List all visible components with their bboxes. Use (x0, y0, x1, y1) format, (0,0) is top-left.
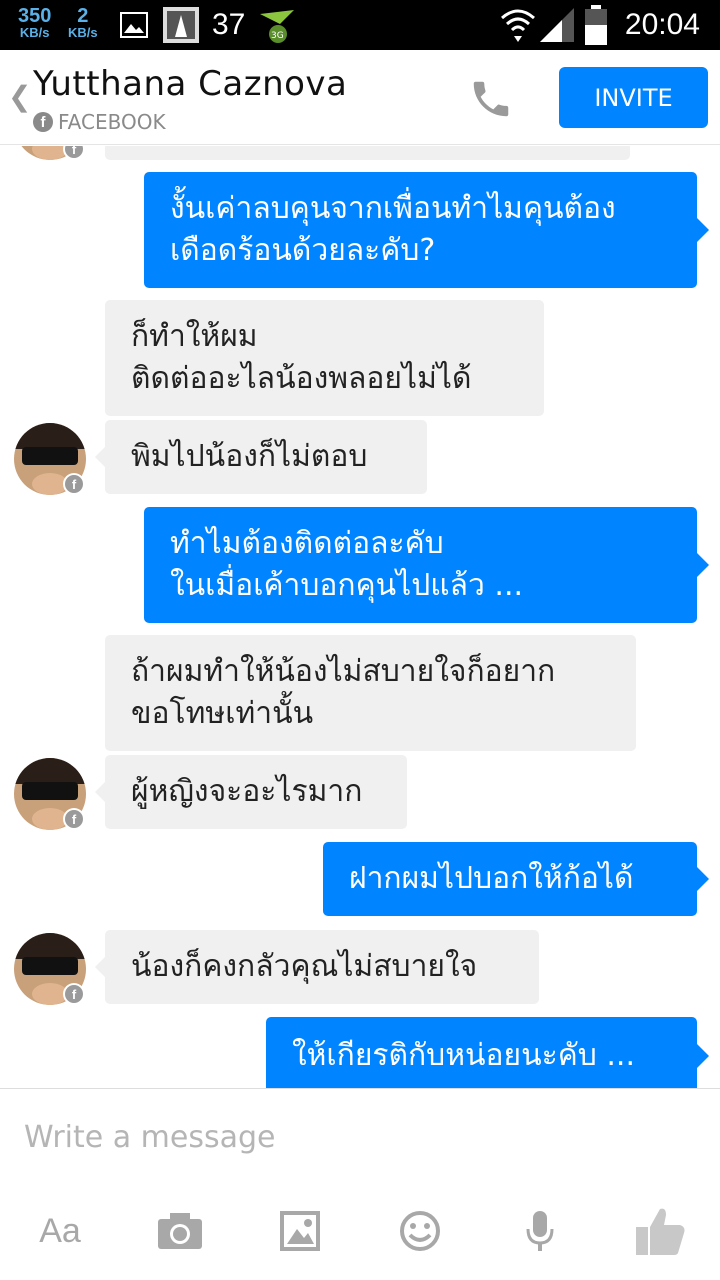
wifi-icon (501, 9, 535, 42)
svg-text:3G: 3G (271, 31, 284, 41)
invite-button[interactable]: INVITE (559, 67, 708, 128)
facebook-badge-icon: f (63, 983, 85, 1005)
font-icon[interactable]: Aa (30, 1201, 90, 1261)
upload-speed: 2 KB/s (68, 6, 98, 39)
message-incoming[interactable]: ถ้าผมทำให้น้องไม่สบายใจก็อยาก ขอโทษเท่าน… (105, 635, 636, 751)
facebook-icon: f (33, 112, 53, 132)
3g-icon: 3G (260, 10, 294, 43)
download-speed-unit: KB/s (19, 25, 50, 40)
contact-source-label: FACEBOOK (58, 110, 166, 134)
message-outgoing[interactable]: งั้นเค่าลบคุนจากเพื่อนทำไมคุนต้อง เดือดร… (144, 172, 709, 288)
message-line: ติดต่ออะไลน้องพลอยไม่ได้ (131, 361, 472, 396)
upload-speed-value: 2 (77, 5, 89, 27)
phone-icon[interactable] (468, 76, 514, 122)
facebook-badge-icon: f (63, 808, 85, 830)
upload-speed-unit: KB/s (68, 25, 98, 40)
notification-count: 37 (212, 8, 246, 41)
message-line: พิมไปน้องก็ไม่ตอบ (131, 439, 368, 474)
battery-icon (585, 5, 607, 45)
message-line: ก็ทำให้ผม (131, 319, 258, 354)
message-line: ฝากผมไปบอกให้ก้อได้ (349, 861, 634, 896)
message-line: ทำไมต้องติดต่อละคับ (170, 526, 444, 561)
message-line: เดือดร้อนด้วยละคับ? (170, 233, 436, 268)
message-thread[interactable]: f งั้นเค่าลบคุนจากเพื่อนทำไมคุนต้อง เดือ… (0, 146, 720, 1088)
message-incoming[interactable]: ผู้หญิงจะอะไรมาก (95, 755, 407, 829)
message-line: ขอโทษเท่านั้น (131, 696, 314, 731)
message-composer: Aa (0, 1088, 720, 1280)
conversation-header: ❮ Yutthana Caznova f FACEBOOK INVITE (0, 50, 720, 145)
message-line: ผู้หญิงจะอะไรมาก (131, 774, 363, 809)
message-line: งั้นเค่าลบคุนจากเพื่อนทำไมคุนต้อง (170, 191, 616, 226)
message-outgoing[interactable]: ทำไมต้องติดต่อละคับ ในเมื่อเค้าบอกคุนไปแ… (144, 507, 709, 623)
message-outgoing[interactable]: ให้เกียรติกับหน่อยนะคับ ... (266, 1017, 709, 1088)
facebook-badge-icon: f (63, 146, 85, 160)
gallery-icon[interactable] (270, 1201, 330, 1261)
microphone-icon[interactable] (510, 1201, 570, 1261)
signal-icon (540, 8, 574, 42)
download-speed-value: 350 (18, 5, 52, 27)
image-icon (120, 12, 148, 38)
message-outgoing[interactable]: ฝากผมไปบอกให้ก้อได้ (323, 842, 709, 916)
previous-message-bubble (105, 146, 630, 160)
camera-icon[interactable] (150, 1201, 210, 1261)
clock: 20:04 (624, 8, 700, 41)
message-line: ให้เกียรติกับหน่อยนะคับ ... (292, 1038, 635, 1073)
status-bar: 350 KB/s 2 KB/s 37 3G 20:04 (0, 0, 720, 50)
message-line: ถ้าผมทำให้น้องไม่สบายใจก็อยาก (131, 654, 556, 689)
like-icon[interactable] (630, 1201, 690, 1261)
contact-source: f FACEBOOK (33, 110, 166, 134)
contact-name[interactable]: Yutthana Caznova (33, 64, 347, 104)
message-incoming[interactable]: น้องก็คงกลัวคุณไม่สบายใจ (95, 930, 539, 1004)
message-line: น้องก็คงกลัวคุณไม่สบายใจ (131, 949, 478, 984)
chevron-left-icon[interactable]: ❮ (8, 80, 31, 113)
download-speed: 350 KB/s (18, 6, 51, 39)
message-input[interactable] (24, 1107, 694, 1167)
message-incoming[interactable]: ก็ทำให้ผม ติดต่ออะไลน้องพลอยไม่ได้ (105, 300, 544, 416)
message-incoming[interactable]: พิมไปน้องก็ไม่ตอบ (95, 420, 427, 494)
facebook-badge-icon: f (63, 473, 85, 495)
app-icon (163, 7, 199, 43)
emoji-icon[interactable] (390, 1201, 450, 1261)
message-line: ในเมื่อเค้าบอกคุนไปแล้ว ... (170, 568, 524, 603)
